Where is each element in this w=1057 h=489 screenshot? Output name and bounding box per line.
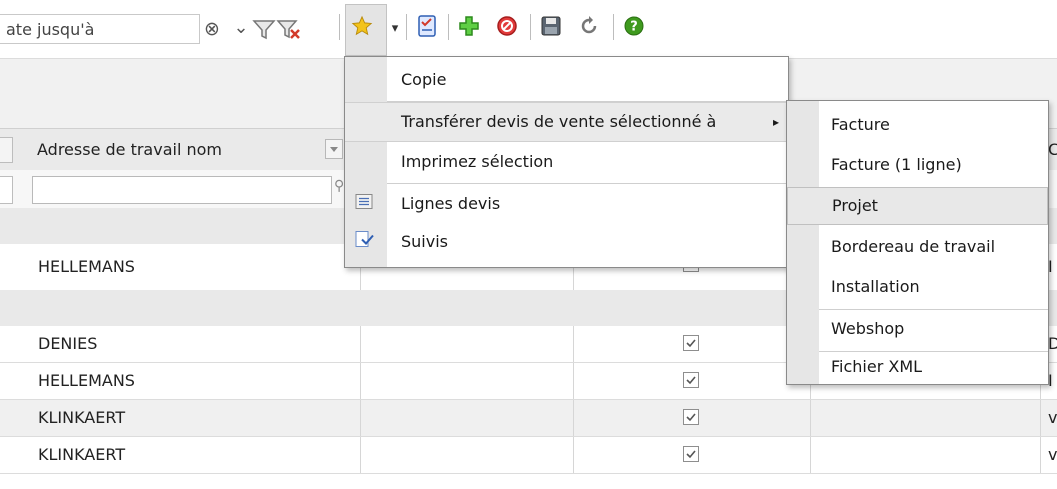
star-icon (351, 15, 373, 36)
svg-text:?: ? (630, 20, 638, 35)
clear-filter-icon[interactable]: ⊗ (201, 18, 223, 40)
favorites-button[interactable] (345, 4, 387, 56)
submenu-item-work-slip[interactable]: Bordereau de travail (787, 227, 1048, 267)
list-lines-icon (355, 194, 373, 215)
row-checkbox[interactable] (683, 409, 699, 425)
work-address-cell: DENIES (38, 334, 98, 353)
next-column-header-edge: C (1048, 140, 1057, 159)
table-row[interactable]: KLINKAERT v (0, 437, 1057, 474)
transfer-submenu: Facture Facture (1 ligne) Projet Bordere… (786, 100, 1049, 385)
submenu-item-installation[interactable]: Installation (787, 267, 1048, 307)
column-filter-button[interactable] (325, 139, 343, 159)
menu-item-transfer[interactable]: Transférer devis de vente sélectionné à … (345, 102, 788, 142)
submenu-item-invoice-one-line[interactable]: Facture (1 ligne) (787, 145, 1048, 185)
row-selector-header[interactable] (0, 137, 13, 163)
filter-icon[interactable] (252, 15, 276, 43)
work-address-cell: HELLEMANS (38, 371, 135, 390)
work-address-cell: KLINKAERT (38, 408, 126, 427)
edge-cell: v (1048, 445, 1057, 464)
toolbar: ate jusqu'à ⊗ ⌄ ▾ ? (0, 0, 1057, 58)
filter-search-icon: ⚲ (334, 178, 345, 194)
menu-item-print-selection[interactable]: Imprimez sélection (345, 143, 788, 181)
row-checkbox[interactable] (683, 372, 699, 388)
submenu-item-invoice[interactable]: Facture (787, 105, 1048, 145)
checklist-icon[interactable] (414, 12, 440, 40)
clear-filter-funnel-icon[interactable] (276, 15, 302, 43)
favorites-dropdown-icon[interactable]: ▾ (388, 18, 402, 38)
follow-ups-icon (355, 231, 375, 254)
date-filter-field[interactable]: ate jusqu'à (0, 14, 200, 44)
submenu-arrow-icon: ▸ (773, 115, 780, 129)
favorites-context-menu: Copie Transférer devis de vente sélectio… (344, 56, 789, 268)
help-icon[interactable]: ? (621, 12, 647, 40)
menu-item-copy[interactable]: Copie (345, 61, 788, 99)
submenu-item-project[interactable]: Projet (787, 187, 1048, 225)
save-disk-icon[interactable] (538, 12, 564, 40)
table-row[interactable]: KLINKAERT v (0, 400, 1057, 437)
delete-stop-icon[interactable] (494, 12, 520, 40)
work-address-filter-input[interactable] (32, 176, 332, 204)
edge-cell: D (1048, 334, 1057, 353)
row-filter-selector[interactable] (0, 176, 13, 204)
column-header-work-address-name[interactable]: Adresse de travail nom (37, 129, 222, 171)
row-checkbox[interactable] (683, 335, 699, 351)
row-checkbox[interactable] (683, 446, 699, 462)
refresh-icon[interactable] (576, 12, 602, 40)
filter-dropdown-chevron-icon[interactable]: ⌄ (232, 16, 250, 38)
add-plus-icon[interactable] (456, 12, 482, 40)
submenu-item-webshop[interactable]: Webshop (787, 311, 1048, 347)
edge-cell: v (1048, 408, 1057, 427)
work-address-cell: KLINKAERT (38, 445, 126, 464)
menu-item-follow-ups[interactable]: Suivis (345, 223, 788, 261)
date-filter-text: ate jusqu'à (6, 20, 95, 39)
submenu-item-xml-file[interactable]: Fichier XML (787, 353, 1048, 381)
menu-item-quote-lines[interactable]: Lignes devis (345, 185, 788, 223)
work-address-cell: HELLEMANS (38, 257, 135, 276)
